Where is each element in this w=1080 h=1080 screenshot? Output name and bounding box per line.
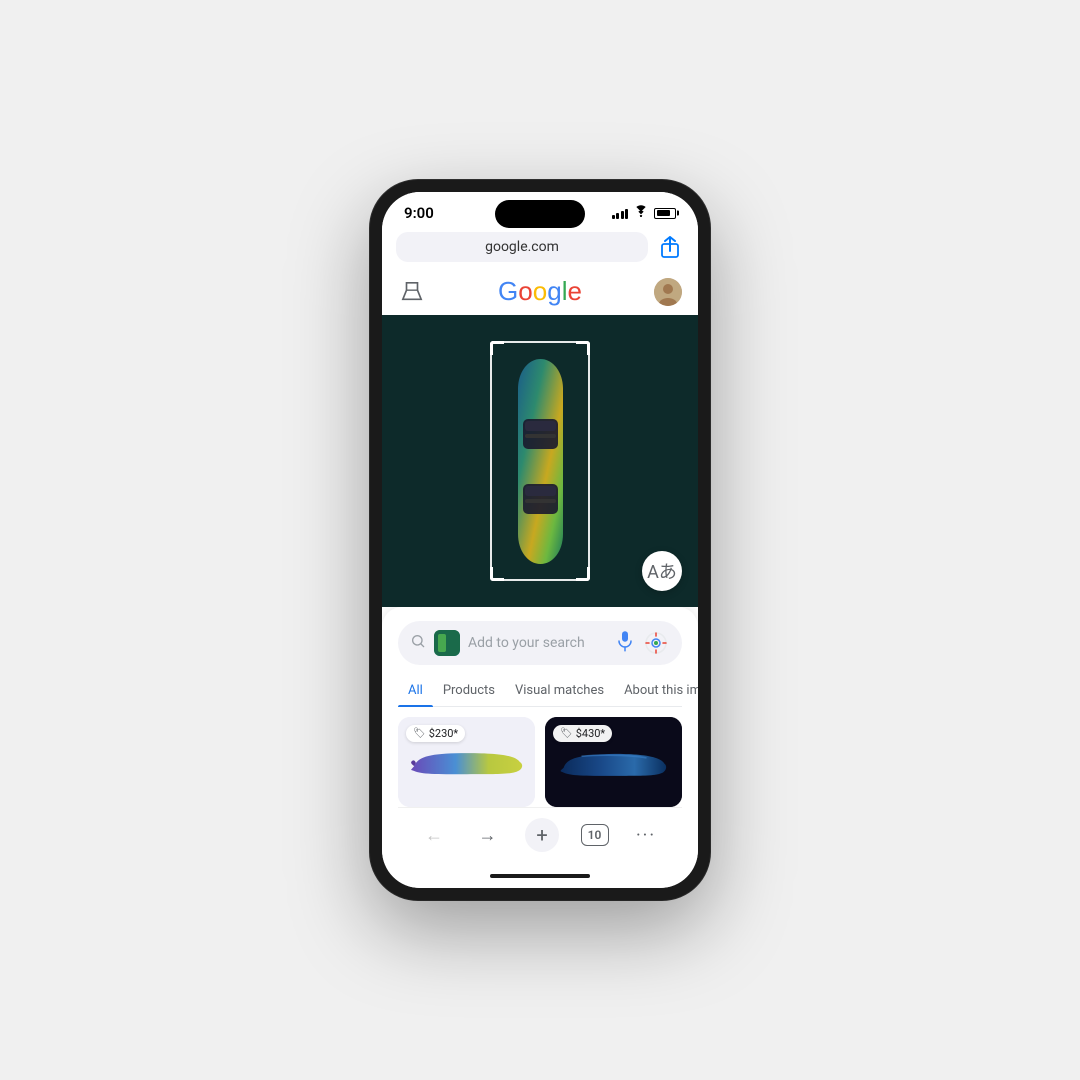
signal-bar-3 [621,211,624,219]
google-header: G o o g l e [382,270,698,315]
google-logo-e: e [567,276,581,307]
status-time: 9:00 [404,204,434,222]
browser-nav: ← → + 10 ··· [398,807,682,860]
status-bar: 9:00 [382,192,698,228]
search-bar[interactable]: Add to your search [398,621,682,665]
translate-icon: Aあ [647,558,677,584]
home-indicator [382,864,698,888]
signal-bar-2 [616,213,619,219]
search-thumbnail [434,630,460,656]
phone-wrapper: 9:00 [370,180,710,900]
search-icon [410,633,426,653]
corner-br [576,567,590,581]
search-placeholder: Add to your search [468,635,608,651]
corner-bl [490,567,504,581]
tag-icon-1: 🏷 [413,728,426,739]
google-logo: G o o g l e [498,276,582,307]
phone-body: 9:00 [370,180,710,900]
share-button[interactable] [656,233,684,261]
translate-button[interactable]: Aあ [642,551,682,591]
products-row: 🏷 $230* [398,717,682,807]
home-bar [490,874,590,878]
tab-all[interactable]: All [398,677,433,706]
product-card-2[interactable]: 🏷 $430* [545,717,682,807]
battery-icon [654,208,676,219]
url-bar[interactable]: google.com [396,232,648,262]
price-label-2: $430* [576,727,605,740]
mic-icon[interactable] [616,630,634,657]
wifi-icon [633,205,649,221]
product-card-1[interactable]: 🏷 $230* [398,717,535,807]
tag-icon-2: 🏷 [560,728,573,739]
battery-fill [657,210,671,216]
price-label-1: $230* [429,727,458,740]
google-logo-g2: g [547,276,561,307]
price-badge-1: 🏷 $230* [406,725,465,742]
tabs-count-button[interactable]: 10 [581,824,609,846]
url-text: google.com [485,239,559,255]
status-icons [612,205,677,221]
tab-products[interactable]: Products [433,677,505,706]
dynamic-island [495,200,585,228]
browser-bar: google.com [382,228,698,270]
price-badge-2: 🏷 $430* [553,725,612,742]
signal-bar-4 [625,209,628,219]
labs-icon[interactable] [398,278,426,306]
corner-tr [576,341,590,355]
snowboard-image-area: Aあ [382,315,698,607]
corner-tl [490,341,504,355]
avatar[interactable] [654,278,682,306]
google-logo-o1: o [518,276,532,307]
more-menu-button[interactable]: ··· [630,819,662,851]
bottom-panel: Add to your search [382,607,698,864]
new-tab-button[interactable]: + [525,818,559,852]
signal-bars [612,207,629,219]
google-logo-g: G [498,276,518,307]
signal-bar-1 [612,215,615,219]
phone-screen: 9:00 [382,192,698,888]
google-lens-icon[interactable] [642,629,670,657]
tab-about-image[interactable]: About this image [614,677,698,706]
tab-visual-matches[interactable]: Visual matches [505,677,614,706]
tabs-row: All Products Visual matches About this i… [398,677,682,707]
forward-button[interactable]: → [472,819,504,851]
google-logo-o2: o [533,276,547,307]
back-button[interactable]: ← [418,819,450,851]
selection-box [490,341,590,581]
